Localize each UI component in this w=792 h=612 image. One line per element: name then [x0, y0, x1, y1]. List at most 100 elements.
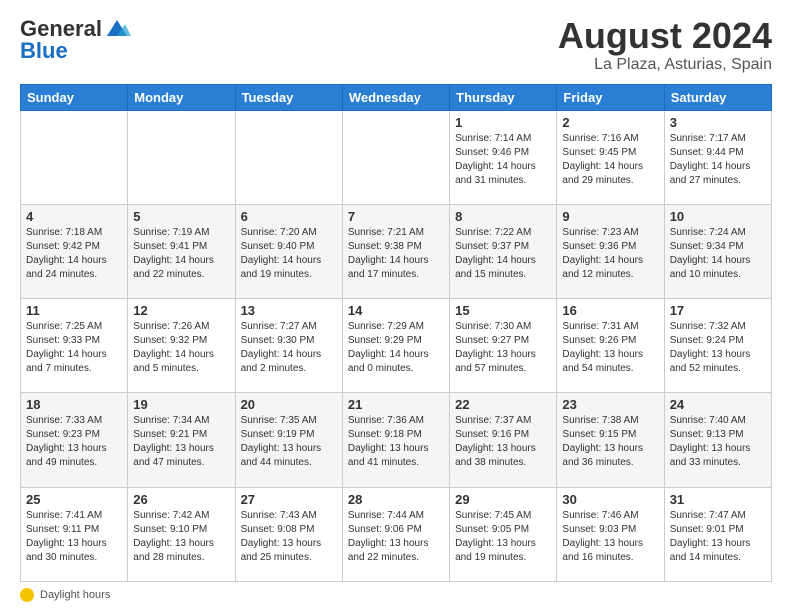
- col-monday: Monday: [128, 84, 235, 110]
- page: General Blue August 2024 La Plaza, Astur…: [0, 0, 792, 612]
- day-number: 14: [348, 303, 444, 318]
- day-info: Sunrise: 7:23 AMSunset: 9:36 PMDaylight:…: [562, 226, 658, 282]
- day-info: Sunrise: 7:26 AMSunset: 9:32 PMDaylight:…: [133, 320, 229, 376]
- table-row: 9 Sunrise: 7:23 AMSunset: 9:36 PMDaylight…: [557, 204, 664, 298]
- table-row: 21Sunrise: 7:36 AMSunset: 9:18 PMDayligh…: [342, 393, 449, 487]
- day-number: 26: [133, 492, 229, 507]
- table-row: 29Sunrise: 7:45 AMSunset: 9:05 PMDayligh…: [450, 487, 557, 581]
- day-info: Sunrise: 7:29 AMSunset: 9:29 PMDaylight:…: [348, 320, 444, 376]
- day-info: Sunrise: 7:41 AMSunset: 9:11 PMDaylight:…: [26, 509, 122, 565]
- table-row: 24 Sunrise: 7:40 AMSunset: 9:13 PMDayligh…: [664, 393, 771, 487]
- day-info: Sunrise: 7:38 AMSunset: 9:15 PMDaylight:…: [562, 414, 658, 470]
- day-info: Sunrise: 7:37 AMSunset: 9:16 PMDaylight:…: [455, 414, 551, 470]
- day-number: 15: [455, 303, 551, 318]
- logo: General Blue: [20, 16, 132, 64]
- day-info: Sunrise: 7:40 AMSunset: 9:13 PMDaylight:…: [670, 414, 766, 470]
- table-row: 18 Sunrise: 7:33 AMSunset: 9:23 PMDayligh…: [21, 393, 128, 487]
- day-number: 10: [670, 209, 766, 224]
- day-info: Sunrise: 7:35 AMSunset: 9:19 PMDaylight:…: [241, 414, 337, 470]
- day-info: Sunrise: 7:44 AMSunset: 9:06 PMDaylight:…: [348, 509, 444, 565]
- day-number: 1: [455, 115, 551, 130]
- calendar-week-row: 1 Sunrise: 7:14 AMSunset: 9:46 PMDaylight…: [21, 110, 772, 204]
- day-info: Sunrise: 7:36 AMSunset: 9:18 PMDaylight:…: [348, 414, 444, 470]
- calendar-week-row: 4 Sunrise: 7:18 AMSunset: 9:42 PMDaylight…: [21, 204, 772, 298]
- calendar-week-row: 25 Sunrise: 7:41 AMSunset: 9:11 PMDayligh…: [21, 487, 772, 581]
- day-number: 20: [241, 397, 337, 412]
- table-row: 27Sunrise: 7:43 AMSunset: 9:08 PMDayligh…: [235, 487, 342, 581]
- day-number: 9: [562, 209, 658, 224]
- day-info: Sunrise: 7:18 AMSunset: 9:42 PMDaylight:…: [26, 226, 122, 282]
- table-row: 5 Sunrise: 7:19 AMSunset: 9:41 PMDaylight…: [128, 204, 235, 298]
- day-info: Sunrise: 7:27 AMSunset: 9:30 PMDaylight:…: [241, 320, 337, 376]
- table-row: 14 Sunrise: 7:29 AMSunset: 9:29 PMDayligh…: [342, 299, 449, 393]
- table-row: 28 Sunrise: 7:44 AMSunset: 9:06 PMDayligh…: [342, 487, 449, 581]
- calendar-week-row: 18 Sunrise: 7:33 AMSunset: 9:23 PMDayligh…: [21, 393, 772, 487]
- table-row: 4 Sunrise: 7:18 AMSunset: 9:42 PMDaylight…: [21, 204, 128, 298]
- table-row: 8Sunrise: 7:22 AMSunset: 9:37 PMDaylight…: [450, 204, 557, 298]
- day-info: Sunrise: 7:32 AMSunset: 9:24 PMDaylight:…: [670, 320, 766, 376]
- col-sunday: Sunday: [21, 84, 128, 110]
- table-row: 13 Sunrise: 7:27 AMSunset: 9:30 PMDayligh…: [235, 299, 342, 393]
- day-number: 22: [455, 397, 551, 412]
- table-row: [128, 110, 235, 204]
- day-number: 2: [562, 115, 658, 130]
- daylight-label: Daylight hours: [40, 589, 110, 601]
- day-info: Sunrise: 7:47 AMSunset: 9:01 PMDaylight:…: [670, 509, 766, 565]
- day-number: 16: [562, 303, 658, 318]
- day-number: 13: [241, 303, 337, 318]
- table-row: [342, 110, 449, 204]
- day-number: 19: [133, 397, 229, 412]
- day-info: Sunrise: 7:16 AMSunset: 9:45 PMDaylight:…: [562, 132, 658, 188]
- day-number: 27: [241, 492, 337, 507]
- day-info: Sunrise: 7:17 AMSunset: 9:44 PMDaylight:…: [670, 132, 766, 188]
- day-info: Sunrise: 7:25 AMSunset: 9:33 PMDaylight:…: [26, 320, 122, 376]
- calendar-header-row: Sunday Monday Tuesday Wednesday Thursday…: [21, 84, 772, 110]
- day-number: 24: [670, 397, 766, 412]
- day-info: Sunrise: 7:20 AMSunset: 9:40 PMDaylight:…: [241, 226, 337, 282]
- table-row: 7Sunrise: 7:21 AMSunset: 9:38 PMDaylight…: [342, 204, 449, 298]
- table-row: 19 Sunrise: 7:34 AMSunset: 9:21 PMDayligh…: [128, 393, 235, 487]
- main-title: August 2024: [558, 16, 772, 56]
- calendar-table: Sunday Monday Tuesday Wednesday Thursday…: [20, 84, 772, 582]
- day-number: 18: [26, 397, 122, 412]
- col-wednesday: Wednesday: [342, 84, 449, 110]
- day-number: 23: [562, 397, 658, 412]
- table-row: 1 Sunrise: 7:14 AMSunset: 9:46 PMDaylight…: [450, 110, 557, 204]
- calendar-week-row: 11 Sunrise: 7:25 AMSunset: 9:33 PMDayligh…: [21, 299, 772, 393]
- col-thursday: Thursday: [450, 84, 557, 110]
- table-row: 10Sunrise: 7:24 AMSunset: 9:34 PMDayligh…: [664, 204, 771, 298]
- header: General Blue August 2024 La Plaza, Astur…: [20, 16, 772, 74]
- day-info: Sunrise: 7:30 AMSunset: 9:27 PMDaylight:…: [455, 320, 551, 376]
- table-row: 17 Sunrise: 7:32 AMSunset: 9:24 PMDayligh…: [664, 299, 771, 393]
- day-info: Sunrise: 7:22 AMSunset: 9:37 PMDaylight:…: [455, 226, 551, 282]
- col-tuesday: Tuesday: [235, 84, 342, 110]
- day-number: 4: [26, 209, 122, 224]
- day-info: Sunrise: 7:31 AMSunset: 9:26 PMDaylight:…: [562, 320, 658, 376]
- day-number: 11: [26, 303, 122, 318]
- logo-text: General Blue: [20, 16, 132, 64]
- title-area: August 2024 La Plaza, Asturias, Spain: [558, 16, 772, 74]
- day-number: 5: [133, 209, 229, 224]
- day-info: Sunrise: 7:46 AMSunset: 9:03 PMDaylight:…: [562, 509, 658, 565]
- logo-icon: [103, 18, 131, 40]
- daylight-icon: [20, 588, 34, 602]
- day-number: 17: [670, 303, 766, 318]
- table-row: 11 Sunrise: 7:25 AMSunset: 9:33 PMDayligh…: [21, 299, 128, 393]
- day-number: 30: [562, 492, 658, 507]
- day-info: Sunrise: 7:34 AMSunset: 9:21 PMDaylight:…: [133, 414, 229, 470]
- day-info: Sunrise: 7:14 AMSunset: 9:46 PMDaylight:…: [455, 132, 551, 188]
- day-info: Sunrise: 7:19 AMSunset: 9:41 PMDaylight:…: [133, 226, 229, 282]
- table-row: 12 Sunrise: 7:26 AMSunset: 9:32 PMDayligh…: [128, 299, 235, 393]
- day-number: 6: [241, 209, 337, 224]
- table-row: 30 Sunrise: 7:46 AMSunset: 9:03 PMDayligh…: [557, 487, 664, 581]
- day-number: 31: [670, 492, 766, 507]
- col-saturday: Saturday: [664, 84, 771, 110]
- table-row: 22 Sunrise: 7:37 AMSunset: 9:16 PMDayligh…: [450, 393, 557, 487]
- day-number: 28: [348, 492, 444, 507]
- day-info: Sunrise: 7:33 AMSunset: 9:23 PMDaylight:…: [26, 414, 122, 470]
- day-number: 29: [455, 492, 551, 507]
- day-number: 25: [26, 492, 122, 507]
- day-number: 12: [133, 303, 229, 318]
- table-row: [235, 110, 342, 204]
- table-row: 31 Sunrise: 7:47 AMSunset: 9:01 PMDayligh…: [664, 487, 771, 581]
